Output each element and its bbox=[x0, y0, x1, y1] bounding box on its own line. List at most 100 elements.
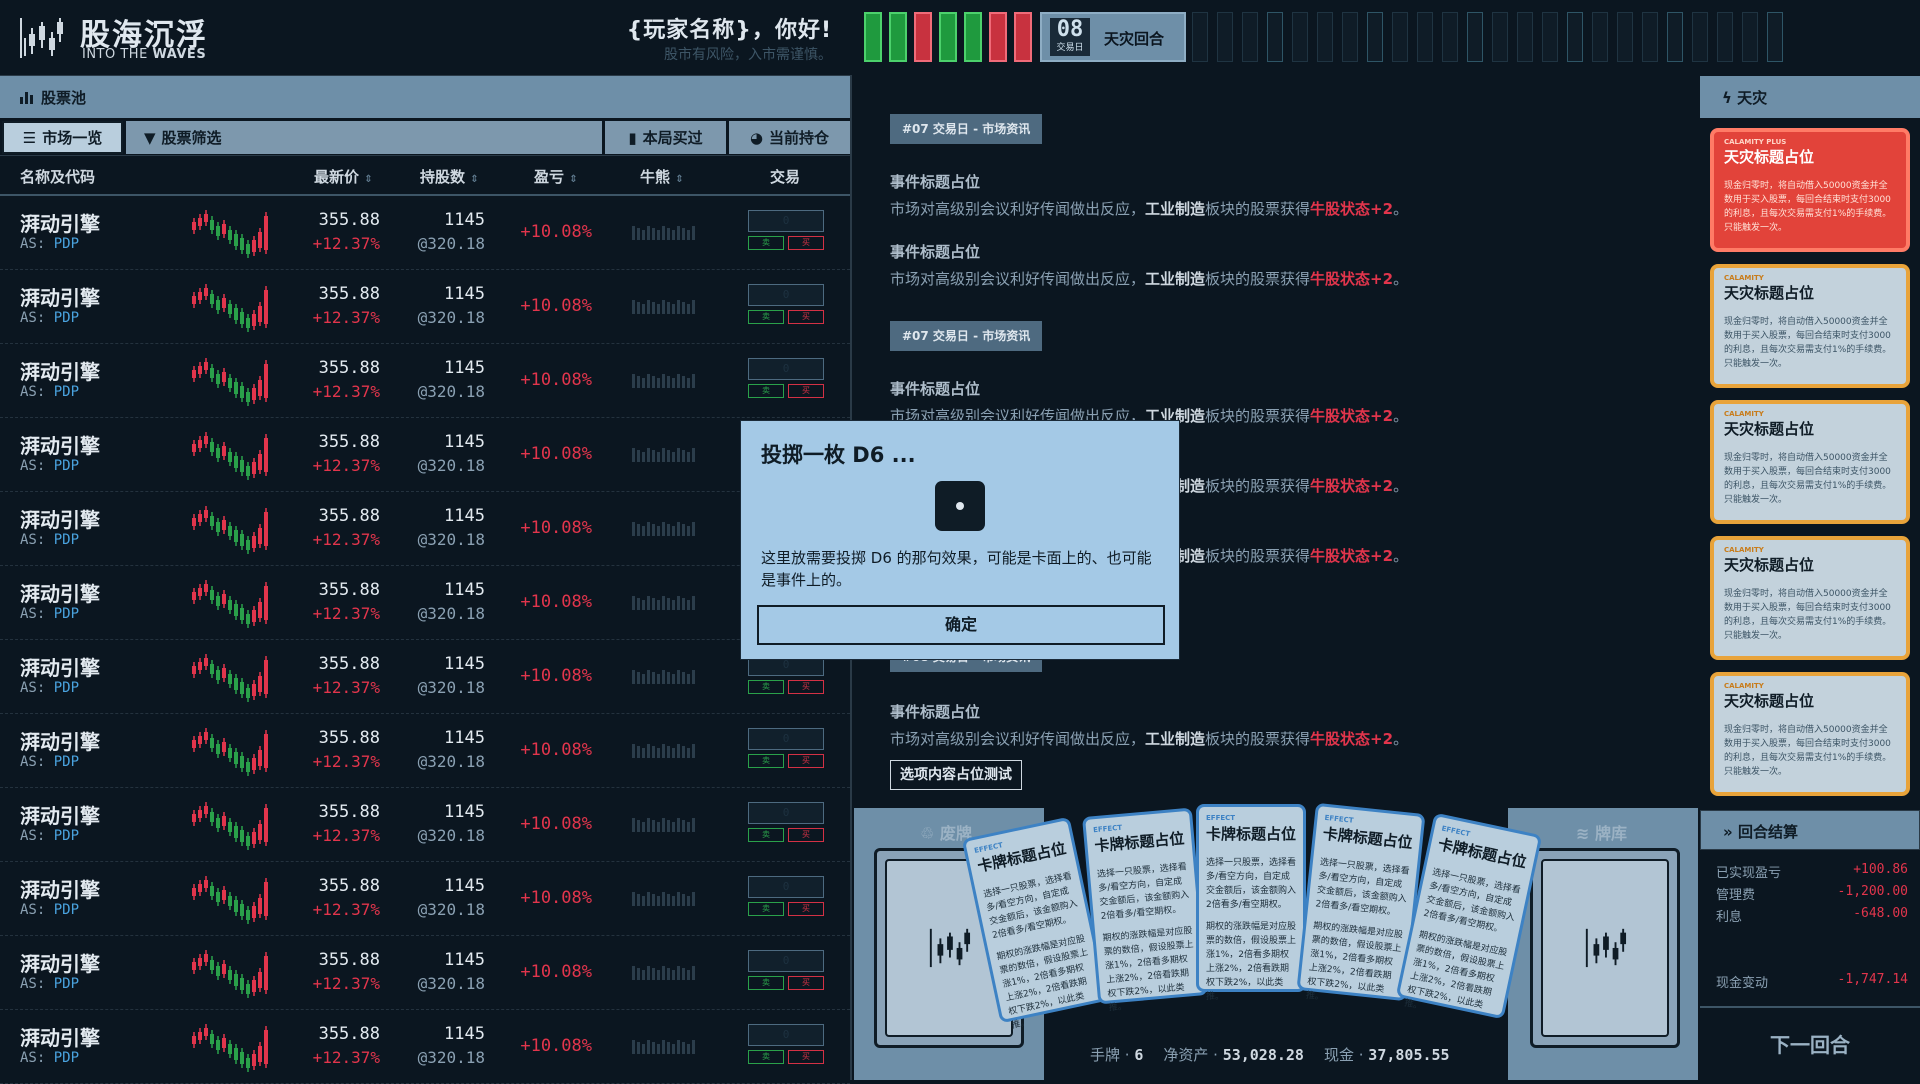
average-cost: @320.18 bbox=[417, 1048, 485, 1067]
col-holdings[interactable]: 持股数 ⇕ bbox=[420, 166, 479, 187]
trade-quantity-input[interactable]: 0 bbox=[748, 284, 824, 306]
future-day-cell bbox=[1742, 12, 1758, 62]
buy-button[interactable]: 买 bbox=[788, 828, 824, 842]
sell-button[interactable]: 卖 bbox=[748, 902, 784, 916]
stock-name: 湃动引擎 bbox=[20, 434, 100, 458]
stock-row[interactable]: 湃动引擎 AS: PDP 355.88 +12.37% 1145 @320.18 +10.0… bbox=[0, 492, 850, 566]
buy-button[interactable]: 买 bbox=[788, 236, 824, 250]
buy-button[interactable]: 买 bbox=[788, 902, 824, 916]
trade-quantity-input[interactable]: 0 bbox=[748, 210, 824, 232]
holding-shares: 1145 bbox=[444, 802, 485, 822]
tab-stock-filter[interactable]: ▼ 股票筛选 bbox=[126, 121, 602, 154]
tab-market-overview[interactable]: ☰ 市场一览 bbox=[2, 121, 123, 154]
future-day-cell bbox=[1617, 12, 1633, 62]
stock-row[interactable]: 湃动引擎 AS: PDP 355.88 +12.37% 1145 @320.18 +10.0… bbox=[0, 788, 850, 862]
buy-button[interactable]: 买 bbox=[788, 754, 824, 768]
trade-quantity-input[interactable]: 0 bbox=[748, 876, 824, 898]
sell-button[interactable]: 卖 bbox=[748, 828, 784, 842]
candlestick-logo-icon bbox=[20, 18, 63, 58]
stock-change: +12.37% bbox=[312, 234, 380, 253]
buy-button[interactable]: 买 bbox=[788, 1050, 824, 1064]
app-subtitle: INTO THE WAVES bbox=[82, 47, 207, 62]
stock-pnl: +10.08% bbox=[520, 962, 592, 982]
bull-bear-meter bbox=[628, 738, 702, 764]
sparkline-chart bbox=[190, 948, 274, 998]
average-cost: @320.18 bbox=[417, 604, 485, 623]
stock-row[interactable]: 湃动引擎 AS: PDP 355.88 +12.37% 1145 @320.18 +10.0… bbox=[0, 566, 850, 640]
calamity-card[interactable]: CALAMITY 天灾标题占位 现金归零时，将自动借入50000资金并全数用于买入股… bbox=[1710, 672, 1910, 796]
average-cost: @320.18 bbox=[417, 234, 485, 253]
buy-button[interactable]: 买 bbox=[788, 384, 824, 398]
future-day-cell bbox=[1217, 12, 1233, 62]
stock-pool-tabs: ☰ 市场一览 ▼ 股票筛选 ▮ 本局买过 ◕ 当前持仓 bbox=[0, 118, 850, 156]
trade-quantity-input[interactable]: 0 bbox=[748, 358, 824, 380]
next-round-button[interactable]: 下一回合 bbox=[1700, 1006, 1920, 1080]
hand-card[interactable]: EFFECT 卡牌标题占位 选择一只股票，选择看多/看空方向，自定成交金额后，该金额… bbox=[1082, 807, 1208, 1014]
trade-quantity-input[interactable]: 0 bbox=[748, 950, 824, 972]
stock-code: AS: PDP bbox=[20, 754, 80, 770]
future-day-cell bbox=[1567, 12, 1583, 62]
tab-current-holdings[interactable]: ◕ 当前持仓 bbox=[729, 121, 850, 154]
sell-button[interactable]: 卖 bbox=[748, 236, 784, 250]
stock-pnl: +10.08% bbox=[520, 666, 592, 686]
stock-code: AS: PDP bbox=[20, 384, 80, 400]
stock-price: 355.88 bbox=[318, 210, 380, 230]
sell-button[interactable]: 卖 bbox=[748, 680, 784, 694]
hand-count: 手牌 · 6 bbox=[1090, 1046, 1144, 1064]
stock-name: 湃动引擎 bbox=[20, 286, 100, 310]
stock-pnl: +10.08% bbox=[520, 814, 592, 834]
table-header: 名称及代码 最新价 ⇕ 持股数 ⇕ 盈亏 ⇕ 牛熊 ⇕ 交易 bbox=[0, 156, 850, 196]
stock-price: 355.88 bbox=[318, 654, 380, 674]
filter-icon: ▼ bbox=[144, 128, 156, 147]
news-option-button[interactable]: 选项内容占位测试 bbox=[890, 760, 1022, 790]
trade-quantity-input[interactable]: 0 bbox=[748, 802, 824, 824]
bar-chart-icon bbox=[20, 91, 33, 104]
calamity-card[interactable]: CALAMITY 天灾标题占位 现金归零时，将自动借入50000资金并全数用于买入股… bbox=[1710, 264, 1910, 388]
sell-button[interactable]: 卖 bbox=[748, 754, 784, 768]
sell-button[interactable]: 卖 bbox=[748, 310, 784, 324]
deck-pile[interactable] bbox=[1530, 848, 1680, 1048]
stock-pnl: +10.08% bbox=[520, 888, 592, 908]
buy-button[interactable]: 买 bbox=[788, 310, 824, 324]
stock-change: +12.37% bbox=[312, 382, 380, 401]
future-day-cell bbox=[1242, 12, 1258, 62]
col-price[interactable]: 最新价 ⇕ bbox=[314, 166, 373, 187]
col-name[interactable]: 名称及代码 bbox=[20, 166, 95, 187]
buy-button[interactable]: 买 bbox=[788, 680, 824, 694]
bull-bear-meter bbox=[628, 1034, 702, 1060]
sell-button[interactable]: 卖 bbox=[748, 384, 784, 398]
day-timeline: 08 交易日 天灾回合 bbox=[852, 0, 1920, 76]
trade-quantity-input[interactable]: 0 bbox=[748, 728, 824, 750]
bull-bear-meter bbox=[628, 886, 702, 912]
col-bull-bear[interactable]: 牛熊 ⇕ bbox=[640, 166, 684, 187]
confirm-button[interactable]: 确定 bbox=[757, 605, 1165, 645]
stock-row[interactable]: 湃动引擎 AS: PDP 355.88 +12.37% 1145 @320.18 +10.0… bbox=[0, 270, 850, 344]
calamity-card-plus[interactable]: CALAMITY PLUS 天灾标题占位 现金归零时，将自动借入50000资金并全数… bbox=[1710, 128, 1910, 252]
stock-row[interactable]: 湃动引擎 AS: PDP 355.88 +12.37% 1145 @320.18 +10.0… bbox=[0, 862, 850, 936]
stock-row[interactable]: 湃动引擎 AS: PDP 355.88 +12.37% 1145 @320.18 +10.0… bbox=[0, 344, 850, 418]
stock-code: AS: PDP bbox=[20, 458, 80, 474]
stock-row[interactable]: 湃动引擎 AS: PDP 355.88 +12.37% 1145 @320.18 +10.0… bbox=[0, 1010, 850, 1084]
holding-shares: 1145 bbox=[444, 358, 485, 378]
stock-code: AS: PDP bbox=[20, 976, 80, 992]
sell-button[interactable]: 卖 bbox=[748, 1050, 784, 1064]
hand-card[interactable]: EFFECT 卡牌标题占位 选择一只股票，选择看多/看空方向，自定成交金额后，该金额… bbox=[1196, 804, 1306, 1002]
col-pnl[interactable]: 盈亏 ⇕ bbox=[534, 166, 578, 187]
buy-button[interactable]: 买 bbox=[788, 976, 824, 990]
stock-row[interactable]: 湃动引擎 AS: PDP 355.88 +12.37% 1145 @320.18 +10.0… bbox=[0, 936, 850, 1010]
stock-row[interactable]: 湃动引擎 AS: PDP 355.88 +12.37% 1145 @320.18 +10.0… bbox=[0, 418, 850, 492]
tab-bought-this-game[interactable]: ▮ 本局买过 bbox=[605, 121, 726, 154]
calamity-card[interactable]: CALAMITY 天灾标题占位 现金归零时，将自动借入50000资金并全数用于买入股… bbox=[1710, 536, 1910, 660]
current-day-indicator: 08 交易日 天灾回合 bbox=[1040, 12, 1186, 62]
stock-row[interactable]: 湃动引擎 AS: PDP 355.88 +12.37% 1145 @320.18 +10.0… bbox=[0, 196, 850, 270]
stock-code: AS: PDP bbox=[20, 606, 80, 622]
future-day-cell bbox=[1667, 12, 1683, 62]
trade-quantity-input[interactable]: 0 bbox=[748, 1024, 824, 1046]
sell-button[interactable]: 卖 bbox=[748, 976, 784, 990]
stock-row[interactable]: 湃动引擎 AS: PDP 355.88 +12.37% 1145 @320.18 +10.0… bbox=[0, 640, 850, 714]
calamity-card[interactable]: CALAMITY 天灾标题占位 现金归零时，将自动借入50000资金并全数用于买入股… bbox=[1710, 400, 1910, 524]
stock-row[interactable]: 湃动引擎 AS: PDP 355.88 +12.37% 1145 @320.18 +10.0… bbox=[0, 714, 850, 788]
news-body: 市场对高级别会议利好传闻做出反应，工业制造板块的股票获得牛股状态+2。 bbox=[890, 730, 1409, 748]
sparkline-chart bbox=[190, 208, 274, 258]
news-body: 市场对高级别会议利好传闻做出反应，工业制造板块的股票获得牛股状态+2。 bbox=[890, 200, 1409, 218]
